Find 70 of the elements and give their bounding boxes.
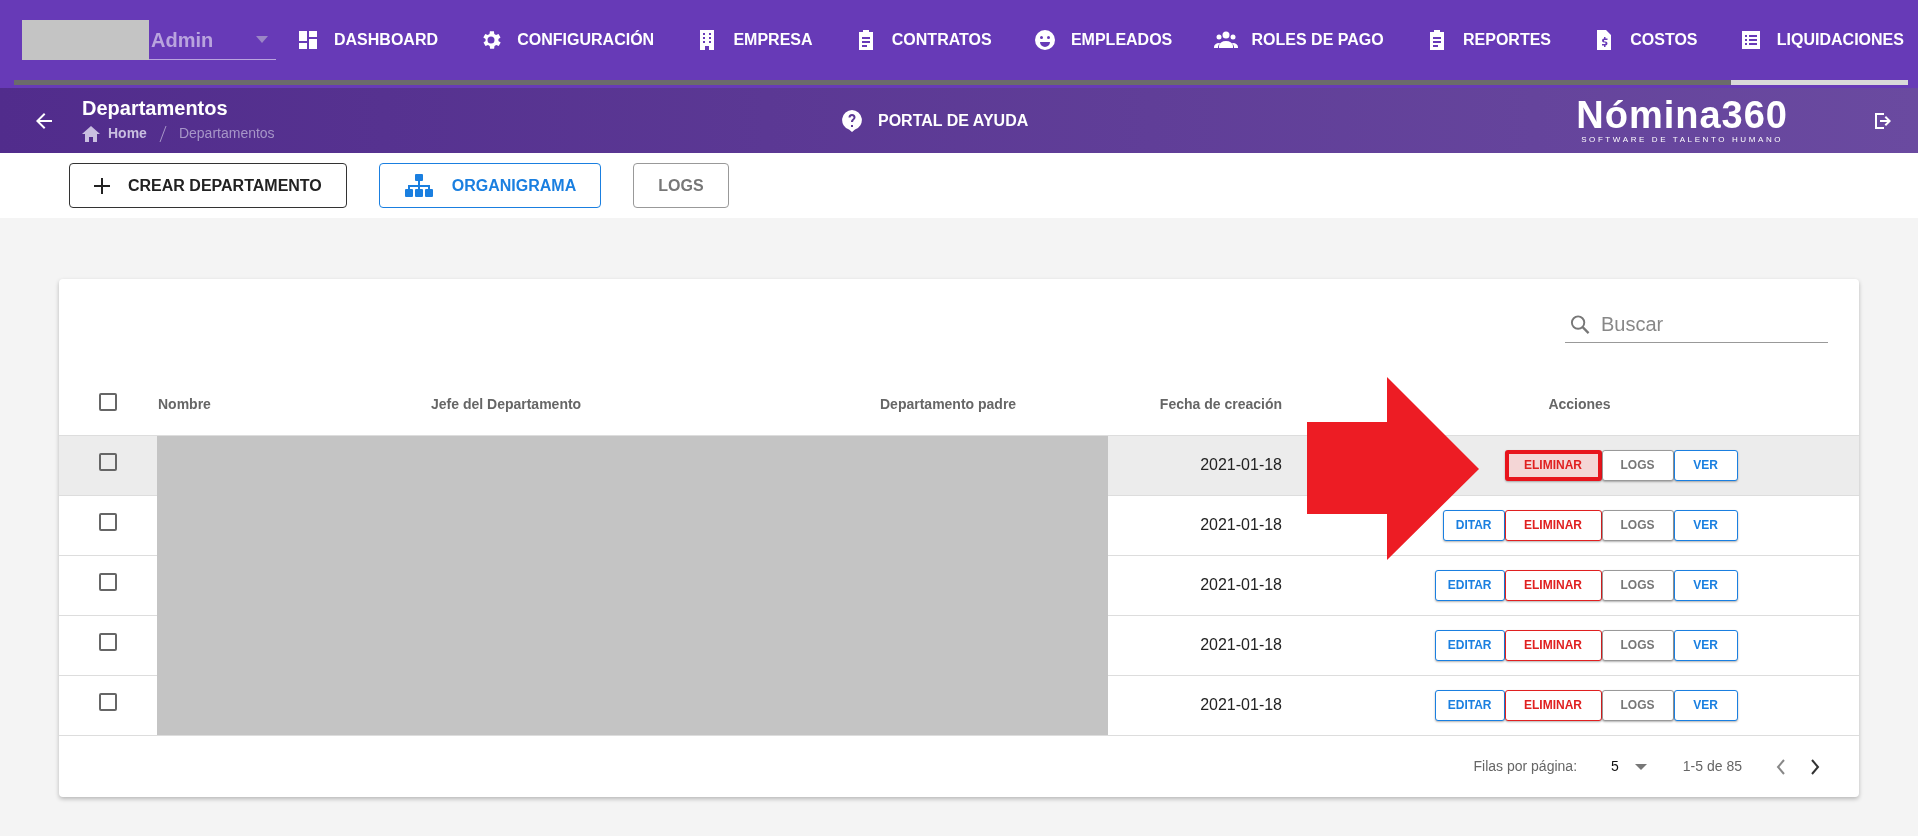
logs-button[interactable]: LOGS	[1601, 509, 1674, 541]
view-button[interactable]: VER	[1673, 689, 1738, 721]
caret-icon	[256, 36, 268, 43]
logs-button[interactable]: LOGS	[1601, 689, 1674, 721]
view-button[interactable]: VER	[1673, 509, 1738, 541]
view-button[interactable]: VER	[1673, 629, 1738, 661]
page-title: Departamentos	[82, 97, 229, 119]
dashboard-icon	[296, 28, 320, 52]
breadcrumb-link[interactable]: Home	[108, 123, 147, 144]
nav-tab[interactable]: LIQUIDACIONES	[1734, 28, 1908, 52]
delete-button[interactable]: ELIMINAR	[1504, 509, 1602, 541]
nav-tab[interactable]: EMPRESA	[691, 28, 817, 52]
edit-button[interactable]: DITAR	[1442, 509, 1505, 541]
nav-tab[interactable]: EMPLEADOS	[1028, 28, 1177, 52]
column-header: Acciones	[1548, 396, 1611, 413]
date-cell: 2021-01-18	[1200, 516, 1282, 533]
page-range: 1-5 de 85	[1682, 757, 1742, 776]
row-checkbox[interactable]	[99, 632, 117, 651]
delete-button[interactable]: ELIMINAR	[1504, 569, 1602, 601]
org-chart-icon	[403, 173, 434, 198]
row-checkbox[interactable]	[99, 452, 117, 471]
view-button[interactable]: VER	[1673, 449, 1738, 481]
view-button[interactable]: VER	[1673, 569, 1738, 601]
row-checkbox[interactable]	[99, 512, 117, 531]
logo-tagline: SOFTWARE DE TALENTO HUMANO	[1581, 133, 1784, 146]
create-button[interactable]: CREAR DEPARTAMENTO	[69, 163, 347, 208]
column-header: Departamento padre	[880, 396, 1017, 413]
date-cell: 2021-01-18	[1200, 456, 1282, 473]
breadcrumb-current: Departamentos	[178, 124, 275, 143]
edit-button[interactable]: EDITAR	[1434, 569, 1505, 601]
help-icon	[842, 109, 862, 132]
delete-button[interactable]: ELIMINAR	[1504, 629, 1602, 661]
date-cell: 2021-01-18	[1200, 576, 1282, 593]
edit-button[interactable]: EDITAR	[1434, 629, 1505, 661]
select-all-checkbox[interactable]	[99, 392, 117, 411]
delete-button[interactable]: ELIMINAR	[1504, 449, 1602, 481]
nav-tab[interactable]: DASHBOARD	[292, 28, 442, 52]
logs-button[interactable]: LOGS	[1601, 449, 1674, 481]
rows-per-page-label: Filas por página:	[1473, 757, 1578, 776]
delete-button[interactable]: ELIMINAR	[1504, 689, 1602, 721]
nav-tab[interactable]: COSTOS	[1588, 28, 1702, 52]
column-header: Jefe del Departamento	[431, 396, 582, 413]
row-checkbox[interactable]	[99, 572, 117, 591]
org-chart-button[interactable]: ORGANIGRAMA	[378, 163, 602, 208]
edit-button[interactable]: EDITAR	[1434, 689, 1505, 721]
date-cell: 2021-01-18	[1200, 696, 1282, 714]
user-select[interactable]: Admin	[149, 20, 276, 60]
caret-icon	[1634, 763, 1647, 770]
chevron-left-icon	[1776, 759, 1786, 776]
logs-button[interactable]: LOGS	[1601, 569, 1674, 601]
help-portal-link[interactable]: PORTAL DE AYUDA	[842, 108, 1029, 133]
logout-icon	[1872, 111, 1892, 132]
nav-tab[interactable]: REPORTES	[1421, 28, 1555, 52]
nav-tab[interactable]: CONTRATOS	[849, 28, 996, 52]
logs-button[interactable]: LOGS	[633, 163, 729, 208]
chevron-right-icon	[1810, 759, 1820, 776]
rows-per-page-select[interactable]: 5	[1611, 756, 1647, 777]
breadcrumb-separator-icon	[158, 125, 167, 142]
date-cell: 2021-01-18	[1200, 636, 1282, 653]
logs-button[interactable]: LOGS	[1601, 629, 1674, 661]
search-field[interactable]: Buscar	[1595, 307, 1828, 343]
face-icon	[1032, 28, 1057, 52]
logo-text: Nómina360	[1576, 95, 1788, 134]
nav-tab[interactable]: ROLES DE PAGO	[1209, 28, 1388, 52]
plus-icon	[94, 177, 110, 194]
nav-tab[interactable]: CONFIGURACIÓN	[475, 28, 659, 52]
column-header: Nombre	[158, 396, 211, 413]
row-checkbox[interactable]	[99, 692, 117, 711]
column-header: Fecha de creación	[1159, 396, 1282, 413]
home-icon	[82, 125, 100, 142]
